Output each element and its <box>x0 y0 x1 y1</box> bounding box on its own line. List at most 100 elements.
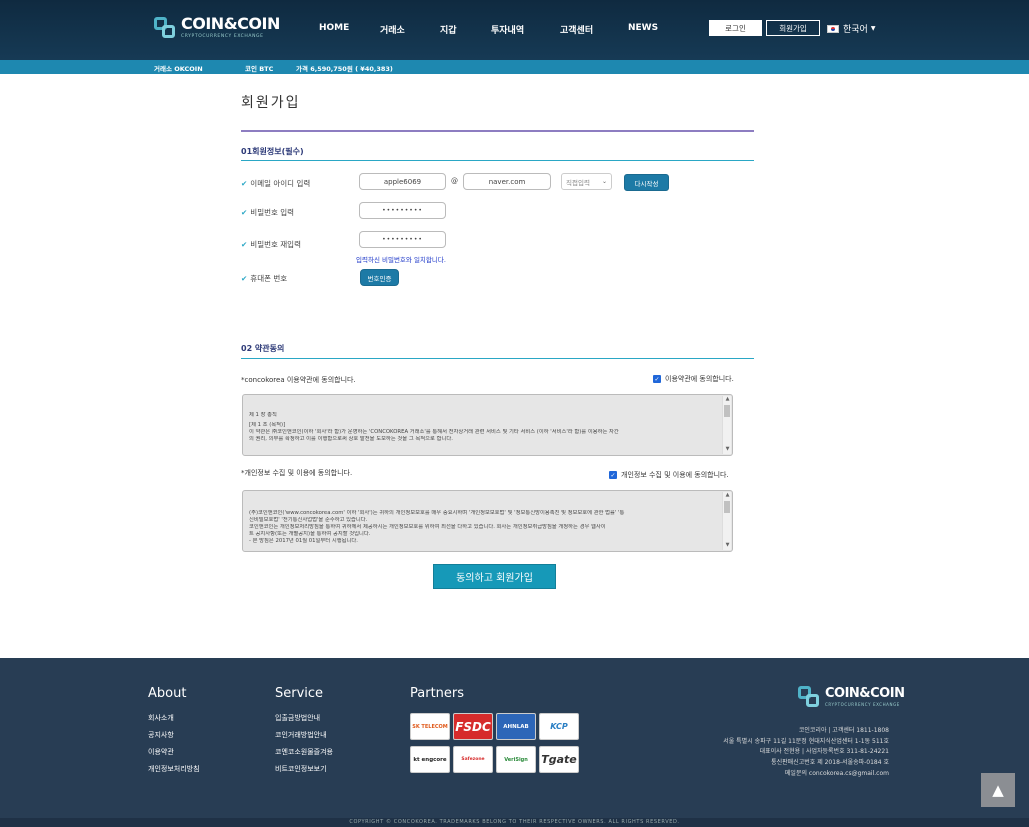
privacy-checkbox-label: 개인정보 수집 및 이용에 동의합니다. <box>621 471 729 479</box>
coin-logo-icon <box>798 686 820 708</box>
footer-brand-name: COIN&COIN <box>825 686 905 701</box>
terms-line: 제 1 장 총칙 <box>249 412 277 418</box>
ticker-exchange: 거래소 OKCOIN <box>154 65 203 73</box>
brand-subtitle: CRYPTOCURRENCY EXCHANGE <box>181 34 264 39</box>
scroll-down-icon[interactable]: ▼ <box>723 542 732 549</box>
footer-info-line: 통신판매신고번호 제 2018-서울송파-0184 호 <box>771 759 889 766</box>
footer-link-terms[interactable]: 이용약관 <box>148 747 174 757</box>
agree-and-signup-button[interactable]: 동의하고 회원가입 <box>433 564 556 589</box>
scroll-up-icon[interactable]: ▲ <box>723 492 732 499</box>
nav-wallet[interactable]: 지갑 <box>440 23 457 36</box>
scroll-to-top-button[interactable]: ▲ <box>981 773 1015 807</box>
terms-scrollbar[interactable]: ▲ ▼ <box>722 396 731 454</box>
footer-link-company[interactable]: 회사소개 <box>148 713 174 723</box>
terms-line: [제 1 조 (목적)] <box>249 422 286 428</box>
terms-textarea[interactable]: 제 1 장 총칙 [제 1 조 (목적)] 이 약관은 ㈜코인앤코인(이하 '회… <box>242 394 733 456</box>
email-label: ✔ 이메일 아이디 입력 <box>241 179 311 188</box>
check-icon: ✔ <box>241 274 248 283</box>
ticker-coin: 코인 BTC <box>245 65 274 73</box>
privacy-line: (주)코인앤코인('www.concokorea.com' 이하 '회사')는 … <box>249 510 625 516</box>
brand-name: COIN&COIN <box>181 14 280 33</box>
privacy-line: 신비밀보호법' '전기통신사업법'을 준수하고 있습니다. <box>249 517 368 523</box>
price-ticker: 거래소 OKCOIN 코인 BTC 가격 6,590,750원 ( ¥40,38… <box>0 60 1029 74</box>
partner-fsdc-logo[interactable]: FSDC <box>453 713 493 740</box>
scroll-up-icon[interactable]: ▲ <box>723 396 732 403</box>
arrow-up-icon: ▲ <box>992 781 1004 799</box>
terms-checkbox-label: 이용약관에 동의합니다. <box>665 375 734 383</box>
terms-agree-label: *concokorea 이용약관에 동의합니다. <box>241 376 356 384</box>
email-id-input[interactable]: apple6069 <box>359 173 446 190</box>
password-input[interactable]: ••••••••• <box>359 202 446 219</box>
terms-checkbox[interactable]: ✓ 이용약관에 동의합니다. <box>653 374 734 384</box>
nav-investments[interactable]: 투자내역 <box>491 23 524 36</box>
partner-kt-engcore-logo[interactable]: kt engcore <box>410 746 450 773</box>
footer-info-line: 서울 특별시 송파구 11길 11문정 현대지식산업센터 1-1동 511호 <box>723 738 889 745</box>
nav-exchange[interactable]: 거래소 <box>380 23 405 36</box>
nav-support[interactable]: 고객센터 <box>560 23 593 36</box>
brand-logo[interactable]: COIN&COIN CRYPTOCURRENCY EXCHANGE <box>154 16 280 39</box>
password-confirm-input[interactable]: ••••••••• <box>359 231 446 248</box>
footer-info-line: 메일문의 concokorea.cs@gmail.com <box>784 770 889 777</box>
privacy-agree-label: *개인정보 수집 및 이용에 동의합니다. <box>241 469 353 477</box>
check-icon: ✔ <box>241 240 248 249</box>
footer-link-favorites[interactable]: 코엔코소원물즐겨용 <box>275 747 333 757</box>
copyright: COPYRIGHT © CONCOKOREA. TRADEMARKS BELON… <box>0 818 1029 827</box>
footer-info-line: 대표이사 전현용 | 사업자등록번호 311-81-24221 <box>759 748 889 755</box>
footer-link-privacy[interactable]: 개인정보처리방침 <box>148 764 200 774</box>
ticker-price: 가격 6,590,750원 ( ¥40,383) <box>296 65 393 73</box>
privacy-textarea[interactable]: (주)코인앤코인('www.concokorea.com' 이하 '회사')는 … <box>242 490 733 552</box>
rewrite-button[interactable]: 다시작성 <box>624 174 669 191</box>
footer-link-deposit[interactable]: 입출금방법안내 <box>275 713 320 723</box>
partner-verisign-logo[interactable]: VeriSign <box>496 746 536 773</box>
footer-brand-subtitle: CRYPTOCURRENCY EXCHANGE <box>825 702 900 707</box>
footer-brand-logo: COIN&COIN CRYPTOCURRENCY EXCHANGE <box>798 686 905 708</box>
partner-tgate-logo[interactable]: Tgate <box>539 746 579 773</box>
phone-verify-button[interactable]: 번호인증 <box>360 269 399 286</box>
domain-select-value: 직접입력 <box>566 178 590 187</box>
scroll-down-icon[interactable]: ▼ <box>723 446 732 453</box>
partner-kcp-logo[interactable]: KCP <box>539 713 579 740</box>
footer-link-bitcoin-info[interactable]: 비트코인정보보기 <box>275 764 327 774</box>
page: COIN&COIN CRYPTOCURRENCY EXCHANGE HOME 거… <box>0 0 1029 827</box>
nav-news[interactable]: NEWS <box>628 23 658 33</box>
privacy-scrollbar[interactable]: ▲ ▼ <box>722 492 731 550</box>
chevron-down-icon: ▼ <box>870 25 876 32</box>
section-terms-title: 02 약관동의 <box>241 344 285 353</box>
section-divider <box>241 160 754 161</box>
footer-link-notice[interactable]: 공지사항 <box>148 730 174 740</box>
section-divider <box>241 358 754 359</box>
footer-info-line: 코인코리아 | 고객센터 1811-1808 <box>798 727 889 734</box>
top-header: COIN&COIN CRYPTOCURRENCY EXCHANGE HOME 거… <box>0 0 1029 60</box>
privacy-checkbox[interactable]: ✓ 개인정보 수집 및 이용에 동의합니다. <box>609 470 729 480</box>
check-icon: ✔ <box>241 179 248 188</box>
terms-line: 의 권리, 의무를 확정하고 이를 이행함으로써 상호 발전을 도모하는 것을 … <box>249 436 453 442</box>
check-icon: ✔ <box>241 208 248 217</box>
partner-ahnlab-logo[interactable]: AHNLAB <box>496 713 536 740</box>
terms-line: 이 약관은 ㈜코인앤코인(이하 '회사'라 함)가 운영하는 'CONCOKOR… <box>249 429 619 435</box>
privacy-line: - 본 방침은 2017년 01월 01일부터 시행됩니다. <box>249 538 358 544</box>
phone-label: ✔ 휴대폰 번호 <box>241 274 288 283</box>
footer-service-title: Service <box>275 686 324 701</box>
privacy-line: 트 공지사항(또는 개별공지)을 통하여 공지할 것입니다. <box>249 531 371 537</box>
page-title: 회원가입 <box>241 95 301 111</box>
coin-logo-icon <box>154 16 176 39</box>
checkbox-checked-icon: ✓ <box>609 471 617 479</box>
password-label: ✔ 비밀번호 입력 <box>241 208 295 217</box>
chevron-down-icon: ⌄ <box>601 178 607 185</box>
at-sign: @ <box>451 177 458 185</box>
signup-button[interactable]: 회원가입 <box>766 20 820 36</box>
footer-about-title: About <box>148 686 187 701</box>
korea-flag-icon <box>827 24 839 33</box>
email-domain-input[interactable]: naver.com <box>463 173 551 190</box>
partner-safezone-logo[interactable]: Safezone <box>453 746 493 773</box>
language-label: 한국어 <box>843 25 868 35</box>
footer-link-trading[interactable]: 코인거래방법안내 <box>275 730 327 740</box>
partner-sktelecom-logo[interactable]: SK TELECOM <box>410 713 450 740</box>
password-match-message: 입력하신 비밀번호와 일치합니다. <box>356 256 446 264</box>
domain-select[interactable]: 직접입력 ⌄ <box>561 173 612 190</box>
login-button[interactable]: 로그인 <box>709 20 762 36</box>
language-selector[interactable]: 한국어 ▼ <box>827 22 875 35</box>
section-member-info-title: 01회원정보(필수) <box>241 147 304 156</box>
nav-home[interactable]: HOME <box>319 23 349 33</box>
password-confirm-label: ✔ 비밀번호 재입력 <box>241 240 301 249</box>
